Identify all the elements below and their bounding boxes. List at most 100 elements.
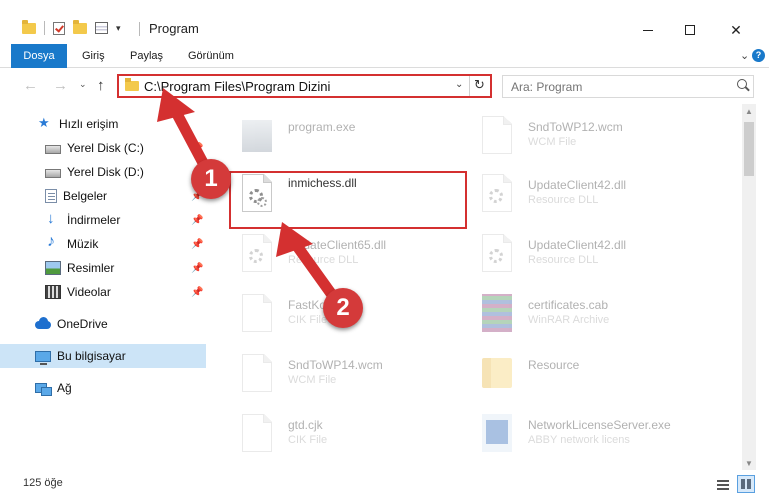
large-icons-view-icon[interactable]	[737, 475, 755, 493]
this-pc-icon	[35, 350, 51, 365]
list-item[interactable]: gtd.cjk CIK File	[230, 408, 470, 464]
list-item[interactable]: program.exe	[230, 110, 470, 166]
pin-icon[interactable]: 📌	[191, 263, 203, 274]
file-type: Resource DLL	[288, 254, 359, 266]
recent-locations-icon[interactable]: ⌄	[79, 79, 87, 90]
minimize-icon	[643, 29, 653, 31]
application-icon	[482, 414, 512, 452]
list-item[interactable]: NetworkLicenseServer.exe ABBY network li…	[470, 408, 710, 464]
back-arrow-icon[interactable]: ←	[23, 77, 38, 94]
folder-icon[interactable]	[22, 19, 36, 34]
file-type: ABBY network licens	[528, 434, 630, 446]
sidebar-item-label: Videolar	[67, 285, 111, 299]
search-input[interactable]	[503, 76, 723, 97]
sidebar-item-documents[interactable]: Belgeler 📌	[0, 184, 206, 208]
gear-icon	[489, 249, 503, 263]
sidebar-item-music[interactable]: Müzik 📌	[0, 232, 206, 256]
help-icon[interactable]: ?	[752, 49, 765, 62]
sidebar-item-network[interactable]: Ağ	[0, 376, 206, 400]
file-name: NetworkLicenseServer.exe	[528, 418, 671, 432]
maximize-icon	[685, 25, 695, 35]
file-type: Resource DLL	[528, 194, 599, 206]
sidebar-item-quick-access[interactable]: Hızlı erişim	[0, 112, 206, 136]
tab-paylas[interactable]: Paylaş	[130, 44, 163, 68]
step-2-badge: 2	[323, 288, 363, 328]
file-type: WCM File	[528, 136, 577, 148]
sidebar-item-this-pc[interactable]: Bu bilgisayar	[0, 344, 206, 368]
dll-file-icon	[482, 234, 512, 272]
list-item[interactable]: SndToWP14.wcm WCM File	[230, 348, 470, 404]
properties-icon[interactable]	[95, 22, 108, 34]
folder-icon	[125, 78, 139, 91]
pin-icon[interactable]: 📌	[191, 239, 203, 250]
scroll-up-icon[interactable]: ▲	[745, 107, 753, 116]
sidebar-item-label: OneDrive	[57, 317, 108, 331]
customize-toolbar-icon[interactable]: ▾	[116, 23, 121, 34]
vertical-scrollbar[interactable]: ▲ ▼	[742, 104, 756, 470]
sidebar-item-label: Resimler	[67, 261, 115, 275]
list-item[interactable]: UpdateClient42.dll Resource DLL	[470, 168, 710, 224]
pin-icon[interactable]: 📌	[191, 215, 203, 226]
list-item[interactable]: Resource	[470, 348, 710, 404]
file-icon	[242, 354, 272, 392]
sidebar-item-pictures[interactable]: Resimler 📌	[0, 256, 206, 280]
drive-icon	[45, 168, 61, 178]
documents-icon	[45, 189, 57, 203]
properties-check-icon[interactable]	[53, 21, 65, 35]
navigation-pane: Hızlı erişim Yerel Disk (C:) 📌 Yerel Dis…	[0, 104, 210, 470]
videos-icon	[45, 285, 61, 299]
sidebar-item-local-disk-d[interactable]: Yerel Disk (D:) 📌	[0, 160, 206, 184]
file-type: WinRAR Archive	[528, 314, 610, 326]
sidebar-item-videos[interactable]: Videolar 📌	[0, 280, 206, 304]
network-icon	[35, 381, 52, 396]
sidebar-item-local-disk-c[interactable]: Yerel Disk (C:) 📌	[0, 136, 206, 160]
pin-icon[interactable]: 📌	[191, 287, 203, 298]
file-name: UpdateClient42.dll	[528, 178, 627, 192]
sidebar-item-downloads[interactable]: İndirmeler 📌	[0, 208, 206, 232]
expand-ribbon-icon[interactable]: ⌄	[740, 49, 749, 62]
tab-dosya[interactable]: Dosya	[11, 44, 67, 68]
search-icon[interactable]	[737, 79, 747, 89]
file-type: CIK File	[288, 314, 328, 326]
file-name: SndToWP14.wcm	[288, 358, 383, 372]
file-name: certificates.cab	[528, 298, 609, 312]
scroll-down-icon[interactable]: ▼	[745, 459, 753, 468]
maximize-button[interactable]	[667, 16, 713, 44]
file-name: gtd.cjk	[288, 418, 323, 432]
address-dropdown-icon[interactable]: ⌄	[455, 79, 463, 90]
address-path[interactable]: C:\Program Files\Program Dizini	[144, 79, 330, 94]
list-item[interactable]: UpdateClient65.dll Resource DLL	[230, 228, 470, 284]
window-title: Program	[149, 21, 199, 36]
forward-arrow-icon[interactable]: →	[53, 77, 68, 94]
star-icon	[37, 115, 53, 131]
file-name: Resource	[528, 358, 580, 372]
title-separator	[139, 22, 140, 36]
close-button[interactable]: ✕	[713, 16, 759, 44]
refresh-icon[interactable]: ↻	[474, 77, 485, 93]
list-item[interactable]: UpdateClient42.dll Resource DLL	[470, 228, 710, 284]
file-icon	[242, 294, 272, 332]
new-folder-icon[interactable]	[73, 19, 87, 34]
details-view-icon[interactable]	[717, 478, 729, 490]
ribbon-tabs: Dosya Giriş Paylaş Görünüm ⌄ ?	[0, 44, 769, 68]
minimize-button[interactable]	[625, 16, 671, 44]
downloads-icon	[45, 210, 61, 227]
file-icon	[242, 414, 272, 452]
address-bar[interactable]: C:\Program Files\Program Dizini ⌄ ↻	[117, 74, 492, 98]
sidebar-item-onedrive[interactable]: OneDrive	[0, 312, 206, 336]
sidebar-item-label: Müzik	[67, 237, 99, 251]
list-item[interactable]: SndToWP12.wcm WCM File	[470, 110, 710, 166]
scroll-thumb[interactable]	[744, 122, 754, 176]
application-icon	[242, 120, 272, 152]
up-arrow-icon[interactable]: ↑	[97, 77, 105, 94]
search-box[interactable]	[502, 75, 754, 98]
dll-file-icon	[242, 234, 272, 272]
pictures-icon	[45, 261, 61, 275]
pin-icon[interactable]: 📌	[191, 143, 203, 154]
quick-access-toolbar: ▾	[22, 19, 121, 35]
list-item[interactable]: certificates.cab WinRAR Archive	[470, 288, 710, 344]
tab-giris[interactable]: Giriş	[82, 44, 105, 68]
gear-icon	[249, 249, 263, 263]
tab-gorunum[interactable]: Görünüm	[188, 44, 234, 68]
sidebar-item-label: Ağ	[57, 381, 72, 395]
